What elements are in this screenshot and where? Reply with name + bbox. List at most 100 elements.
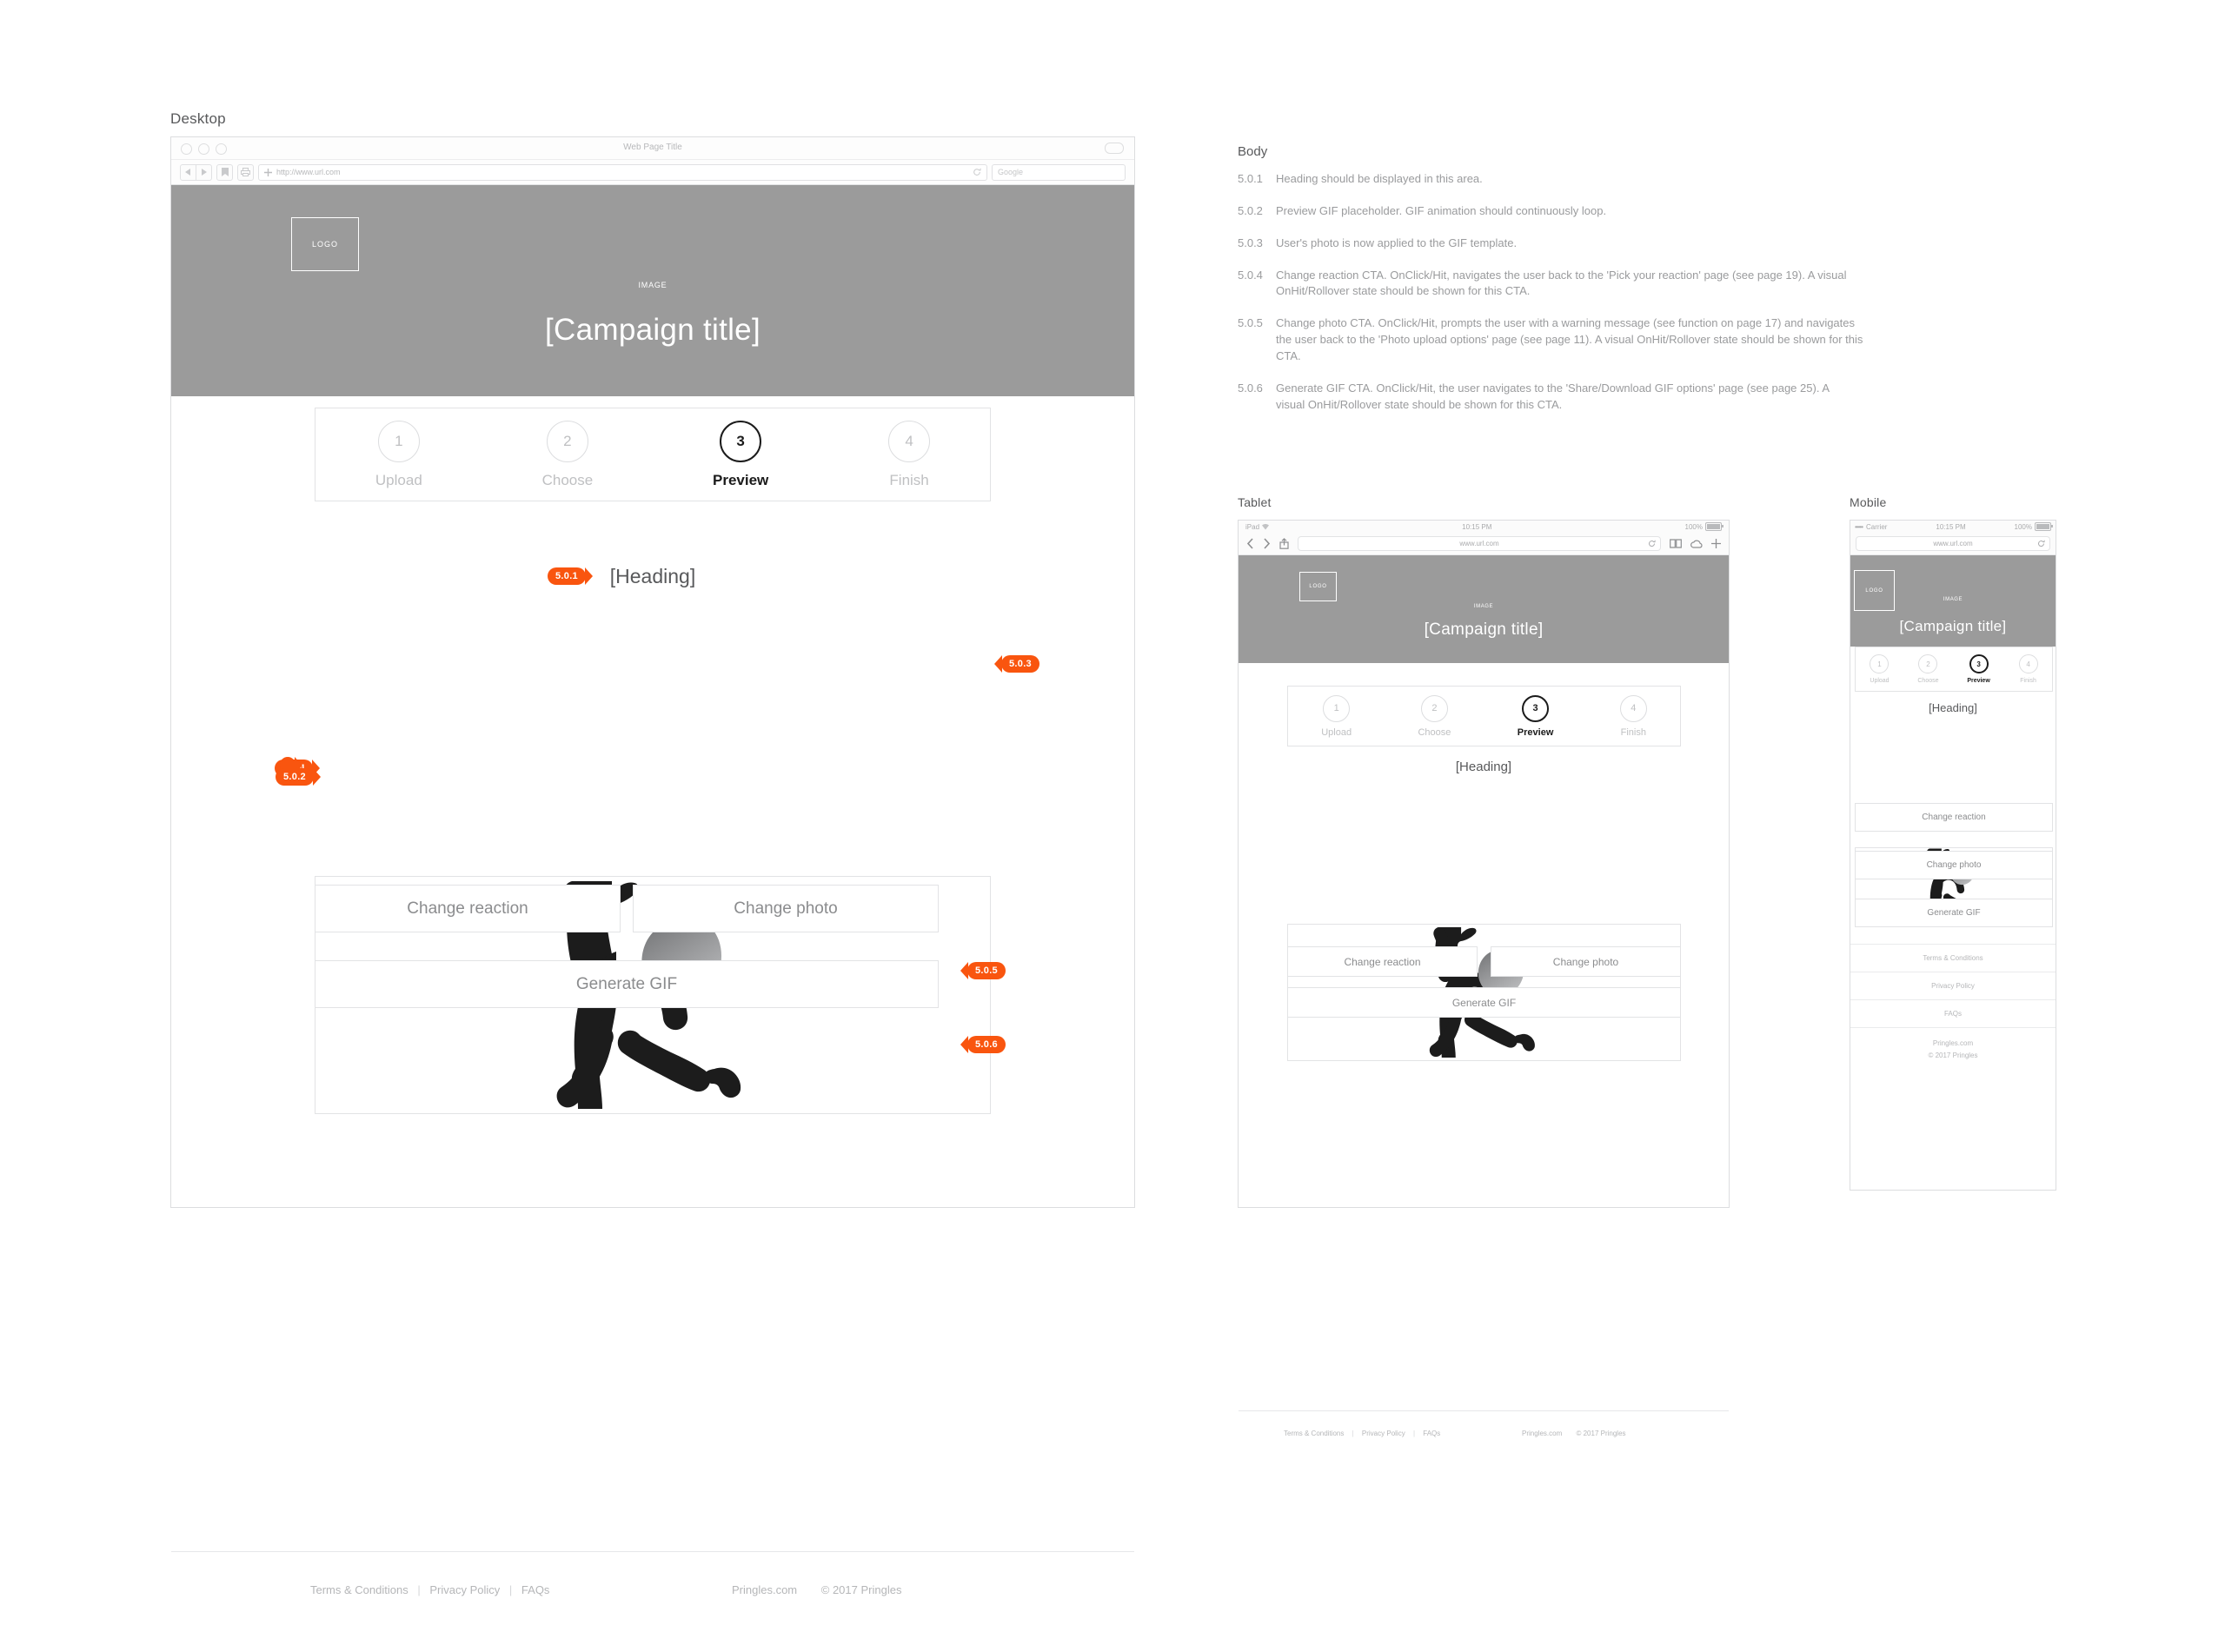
tablet-device-frame: iPad 10:15 PM 100% www.url.com LOGO IMAG…	[1238, 520, 1730, 1437]
tablet-url: www.url.com	[1459, 540, 1499, 547]
step-preview[interactable]: 3 Preview	[1967, 654, 1990, 684]
toolbar-toggle-pill[interactable]	[1105, 143, 1124, 154]
step-finish[interactable]: 4 Finish	[888, 420, 931, 489]
change-reaction-button[interactable]: Change reaction	[315, 885, 621, 932]
reload-icon[interactable]	[2037, 540, 2045, 547]
step-finish[interactable]: 4 Finish	[1619, 694, 1647, 738]
footer-faqs-link[interactable]: FAQs	[1850, 999, 2056, 1027]
note-text: Preview GIF placeholder. GIF animation s…	[1276, 203, 1607, 217]
logo-label: LOGO	[1865, 587, 1883, 594]
footer-privacy-link[interactable]: Privacy Policy	[1362, 1430, 1405, 1437]
generate-gif-button[interactable]: Generate GIF	[315, 960, 939, 1008]
generate-gif-button[interactable]: Generate GIF	[1287, 987, 1681, 1018]
footer-terms-link[interactable]: Terms & Conditions	[1284, 1430, 1344, 1437]
share-icon[interactable]	[1279, 538, 1289, 549]
step-number: 4	[2018, 654, 2038, 673]
step-number: 2	[1420, 694, 1448, 722]
step-preview[interactable]: 3 Preview	[713, 420, 769, 489]
step-number: 3	[1969, 654, 1989, 673]
plus-icon	[264, 168, 272, 176]
plus-icon[interactable]	[1711, 539, 1721, 548]
mobile-url: www.url.com	[1933, 540, 1973, 547]
bookmark-button[interactable]	[216, 163, 233, 181]
step-finish[interactable]: 4 Finish	[2018, 654, 2038, 684]
step-label: Upload	[375, 471, 422, 488]
step-label: Upload	[1870, 678, 1890, 684]
generate-gif-button[interactable]: Generate GIF	[1855, 899, 2053, 927]
note-text: Generate GIF CTA. OnClick/Hit, the user …	[1276, 381, 1830, 411]
desktop-frame-label: Desktop	[170, 110, 226, 127]
footer-site-link[interactable]: Pringles.com	[732, 1583, 797, 1596]
footer-privacy-link[interactable]: Privacy Policy	[1850, 972, 2056, 999]
tablet-carrier: iPad	[1245, 522, 1260, 531]
footer-terms-link[interactable]: Terms & Conditions	[1850, 944, 2056, 972]
step-number: 3	[720, 420, 762, 462]
callout-5-0-1: 5.0.1	[548, 567, 593, 585]
chevron-right-icon[interactable]	[1263, 538, 1271, 549]
hero-image-label: IMAGE	[1473, 604, 1494, 609]
step-upload[interactable]: 1 Upload	[1321, 694, 1352, 738]
footer-divider: |	[1412, 1430, 1416, 1437]
change-photo-button[interactable]: Change photo	[633, 885, 939, 932]
footer-site-link[interactable]: Pringles.com	[1933, 1038, 1973, 1050]
tablet-address-bar[interactable]: www.url.com	[1298, 536, 1661, 551]
step-choose[interactable]: 2 Choose	[1418, 694, 1451, 738]
mobile-device-frame: ••••• Carrier 10:15 PM 100% www.url.com …	[1850, 520, 2056, 1191]
step-label: Preview	[713, 471, 769, 488]
step-number: 2	[1918, 654, 1938, 673]
print-button[interactable]	[237, 163, 254, 181]
body-note: 5.0.1 Heading should be displayed in this…	[1238, 171, 1863, 188]
footer-links: Terms & Conditions | Privacy Policy | FA…	[1284, 1430, 1440, 1437]
mobile-carrier: Carrier	[1866, 522, 1888, 531]
step-upload[interactable]: 1 Upload	[375, 420, 422, 489]
chevron-left-icon[interactable]	[1246, 538, 1254, 549]
footer-copyright: Pringles.com © 2017 Pringles	[1850, 1027, 2056, 1071]
step-upload[interactable]: 1 Upload	[1870, 654, 1890, 684]
search-placeholder: Google	[998, 168, 1024, 176]
note-text: Heading should be displayed in this area…	[1276, 172, 1483, 185]
footer-privacy-link[interactable]: Privacy Policy	[429, 1583, 500, 1596]
step-choose[interactable]: 2 Choose	[1917, 654, 1939, 684]
book-icon[interactable]	[1670, 539, 1682, 548]
step-label: Preview	[1967, 678, 1990, 684]
footer-copyright: Pringles.com © 2017 Pringles	[1522, 1430, 1626, 1437]
tablet-battery-pct: 100%	[1684, 522, 1703, 531]
change-photo-button[interactable]: Change photo	[1491, 946, 1681, 977]
mobile-address-bar[interactable]: www.url.com	[1856, 536, 2050, 551]
back-button[interactable]	[180, 163, 196, 181]
note-number: 5.0.1	[1238, 172, 1263, 185]
cloud-icon[interactable]	[1690, 540, 1703, 548]
footer-site-link[interactable]: Pringles.com	[1522, 1430, 1562, 1437]
tablet-time: 10:15 PM	[1462, 522, 1492, 531]
wifi-icon	[1262, 523, 1270, 529]
note-number: 5.0.6	[1238, 381, 1263, 395]
reload-icon	[973, 168, 981, 176]
step-number: 4	[888, 420, 931, 462]
nav-button-group	[180, 163, 212, 181]
forward-button[interactable]	[196, 163, 212, 181]
note-number: 5.0.5	[1238, 316, 1263, 330]
tablet-status-bar: iPad 10:15 PM 100%	[1239, 521, 1729, 533]
change-reaction-button[interactable]: Change reaction	[1287, 946, 1478, 977]
change-photo-button[interactable]: Change photo	[1855, 851, 2053, 879]
reload-icon[interactable]	[1648, 540, 1656, 547]
step-number: 1	[1323, 694, 1351, 722]
step-number: 4	[1619, 694, 1647, 722]
body-note: 5.0.4 Change reaction CTA. OnClick/Hit, n…	[1238, 268, 1863, 301]
progress-stepper: 1 Upload 2 Choose 3 Preview 4 Finish	[1855, 647, 2053, 692]
footer-terms-link[interactable]: Terms & Conditions	[310, 1583, 408, 1596]
printer-icon	[241, 168, 250, 176]
footer-faqs-link[interactable]: FAQs	[521, 1583, 550, 1596]
desktop-toolbar: http://www.url.com Google	[171, 160, 1134, 184]
address-bar[interactable]: http://www.url.com	[258, 163, 987, 181]
mobile-browser-bar: www.url.com	[1850, 533, 2056, 555]
body-note: 5.0.3 User's photo is now applied to the …	[1238, 236, 1863, 252]
footer-faqs-link[interactable]: FAQs	[1423, 1430, 1440, 1437]
search-input[interactable]: Google	[992, 163, 1126, 181]
step-preview[interactable]: 3 Preview	[1518, 694, 1553, 738]
step-number: 1	[377, 420, 420, 462]
desktop-titlebar: Web Page Title	[171, 137, 1134, 160]
step-number: 1	[1870, 654, 1890, 673]
change-reaction-button[interactable]: Change reaction	[1855, 803, 2053, 832]
step-choose[interactable]: 2 Choose	[542, 420, 593, 489]
